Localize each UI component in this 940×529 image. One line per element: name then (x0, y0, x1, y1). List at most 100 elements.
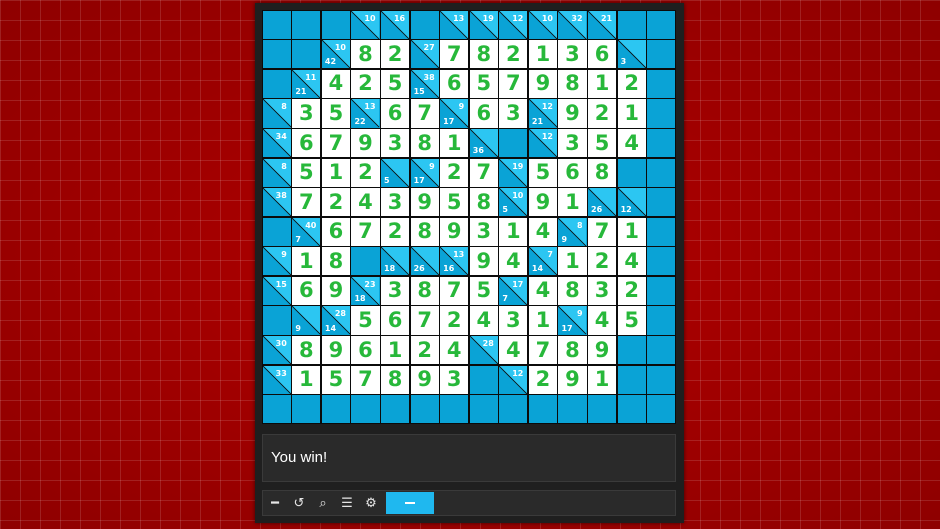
menu-dash-button[interactable]: ━ (263, 491, 287, 515)
entry-cell[interactable]: 6 (381, 306, 410, 335)
entry-cell[interactable]: 6 (558, 158, 587, 187)
entry-cell[interactable]: 6 (321, 217, 350, 246)
entry-cell[interactable]: 9 (440, 217, 469, 246)
entry-cell[interactable]: 8 (410, 276, 439, 305)
entry-cell[interactable]: 3 (499, 306, 528, 335)
entry-cell[interactable]: 2 (381, 217, 410, 246)
entry-cell[interactable]: 1 (292, 365, 321, 394)
entry-cell[interactable]: 3 (440, 365, 469, 394)
entry-cell[interactable]: 4 (440, 336, 469, 365)
entry-cell[interactable]: 6 (381, 99, 410, 128)
entry-cell[interactable]: 4 (499, 247, 528, 276)
entry-cell[interactable]: 1 (381, 336, 410, 365)
entry-cell[interactable]: 7 (321, 129, 350, 158)
entry-cell[interactable]: 8 (469, 40, 498, 69)
entry-cell[interactable]: 5 (440, 188, 469, 217)
entry-cell[interactable]: 5 (617, 306, 646, 335)
entry-cell[interactable]: 1 (499, 217, 528, 246)
entry-cell[interactable]: 4 (321, 69, 350, 98)
entry-cell[interactable]: 3 (499, 99, 528, 128)
entry-cell[interactable]: 7 (440, 276, 469, 305)
entry-cell[interactable]: 4 (469, 306, 498, 335)
entry-cell[interactable]: 1 (617, 99, 646, 128)
entry-cell[interactable]: 2 (528, 365, 557, 394)
entry-cell[interactable]: 1 (528, 40, 557, 69)
entry-cell[interactable]: 9 (469, 247, 498, 276)
entry-cell[interactable]: 8 (410, 129, 439, 158)
entry-cell[interactable]: 5 (588, 129, 617, 158)
entry-cell[interactable]: 2 (440, 158, 469, 187)
entry-cell[interactable]: 8 (558, 276, 587, 305)
entry-cell[interactable]: 7 (588, 217, 617, 246)
entry-cell[interactable]: 7 (292, 188, 321, 217)
entry-cell[interactable]: 4 (499, 336, 528, 365)
entry-cell[interactable]: 8 (558, 336, 587, 365)
entry-cell[interactable]: 7 (499, 69, 528, 98)
entry-cell[interactable]: 6 (292, 129, 321, 158)
entry-cell[interactable]: 2 (321, 188, 350, 217)
entry-cell[interactable]: 7 (528, 336, 557, 365)
entry-cell[interactable]: 5 (528, 158, 557, 187)
search-button[interactable]: ⌕ (311, 491, 335, 515)
entry-cell[interactable]: 1 (558, 188, 587, 217)
entry-cell[interactable]: 3 (558, 129, 587, 158)
entry-cell[interactable]: 1 (588, 69, 617, 98)
entry-cell[interactable]: 2 (499, 40, 528, 69)
entry-cell[interactable]: 3 (381, 129, 410, 158)
settings-button[interactable]: ⚙ (359, 491, 383, 515)
entry-cell[interactable]: 5 (381, 69, 410, 98)
entry-cell[interactable]: 1 (588, 365, 617, 394)
entry-cell[interactable]: 3 (469, 217, 498, 246)
entry-cell[interactable]: 2 (617, 69, 646, 98)
entry-cell[interactable]: 4 (351, 188, 380, 217)
entry-cell[interactable]: 9 (558, 365, 587, 394)
entry-cell[interactable]: 8 (558, 69, 587, 98)
entry-cell[interactable]: 3 (292, 99, 321, 128)
entry-cell[interactable]: 9 (321, 336, 350, 365)
entry-cell[interactable]: 5 (321, 365, 350, 394)
entry-cell[interactable]: 3 (588, 276, 617, 305)
entry-cell[interactable]: 1 (617, 217, 646, 246)
entry-cell[interactable]: 7 (469, 158, 498, 187)
entry-cell[interactable]: 8 (588, 158, 617, 187)
entry-cell[interactable]: 5 (469, 276, 498, 305)
entry-cell[interactable]: 4 (588, 306, 617, 335)
entry-cell[interactable]: 6 (351, 336, 380, 365)
entry-cell[interactable]: 2 (617, 276, 646, 305)
restart-button[interactable]: ↺ (287, 491, 311, 515)
entry-cell[interactable]: 9 (558, 99, 587, 128)
entry-cell[interactable]: 8 (292, 336, 321, 365)
entry-cell[interactable]: 9 (588, 336, 617, 365)
entry-cell[interactable]: 2 (351, 158, 380, 187)
entry-cell[interactable]: 2 (588, 247, 617, 276)
entry-cell[interactable]: 9 (528, 69, 557, 98)
entry-cell[interactable]: 1 (558, 247, 587, 276)
entry-cell[interactable]: 8 (469, 188, 498, 217)
entry-cell[interactable]: 8 (381, 365, 410, 394)
entry-cell[interactable]: 7 (351, 365, 380, 394)
entry-cell[interactable]: 1 (292, 247, 321, 276)
entry-cell[interactable]: 1 (440, 129, 469, 158)
entry-cell[interactable]: 7 (410, 99, 439, 128)
entry-cell[interactable]: 6 (292, 276, 321, 305)
entry-cell[interactable]: 8 (410, 217, 439, 246)
entry-cell[interactable]: 6 (440, 69, 469, 98)
entry-cell[interactable]: 2 (351, 69, 380, 98)
entry-cell[interactable]: 9 (351, 129, 380, 158)
entry-cell[interactable]: 4 (617, 247, 646, 276)
entry-cell[interactable]: 1 (321, 158, 350, 187)
entry-cell[interactable]: 7 (410, 306, 439, 335)
entry-cell[interactable]: 9 (321, 276, 350, 305)
entry-cell[interactable]: 9 (410, 188, 439, 217)
entry-cell[interactable]: 5 (469, 69, 498, 98)
entry-cell[interactable]: 5 (351, 306, 380, 335)
entry-cell[interactable]: 4 (528, 276, 557, 305)
entry-cell[interactable]: 6 (469, 99, 498, 128)
entry-cell[interactable]: 1 (528, 306, 557, 335)
entry-cell[interactable]: 2 (410, 336, 439, 365)
list-button[interactable]: ☰ (335, 491, 359, 515)
entry-cell[interactable]: 6 (588, 40, 617, 69)
entry-cell[interactable]: 3 (381, 276, 410, 305)
entry-cell[interactable]: 2 (381, 40, 410, 69)
entry-cell[interactable]: 9 (410, 365, 439, 394)
